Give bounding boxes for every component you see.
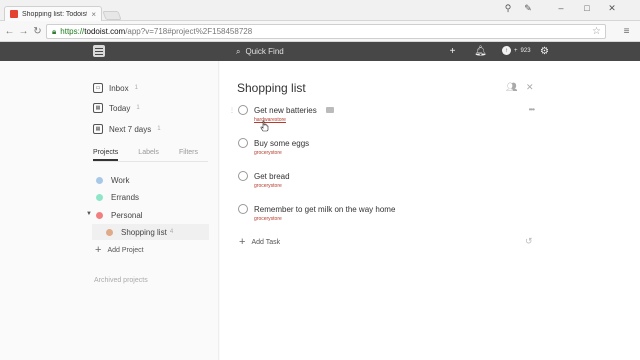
plus-icon: + [95, 244, 102, 256]
karma-score: 923 [520, 47, 531, 54]
sidebar: ▭ Inbox 1 ▦ Today 1 ▦ Next 7 days 1 Proj… [0, 61, 219, 360]
karma-icon: ↑ [502, 46, 511, 55]
sidebar-item-today[interactable]: ▦ Today 1 [93, 101, 140, 115]
quick-find-placeholder: Quick Find [245, 47, 284, 56]
task-item[interactable]: Get bread grocerystore [238, 171, 534, 189]
add-project-button[interactable]: + Add Project [95, 244, 144, 256]
project-color-dot [96, 193, 103, 201]
close-icon[interactable]: × [91, 10, 96, 19]
task-item[interactable]: Buy some eggs grocerystore [238, 138, 534, 156]
project-color-dot [106, 228, 113, 236]
task-checkbox[interactable] [238, 171, 248, 181]
gear-icon[interactable]: ⚙ [538, 45, 551, 58]
project-color-dot [96, 211, 103, 219]
comment-icon[interactable] [325, 107, 334, 113]
project-color-dot [96, 176, 103, 184]
task-item[interactable]: Remember to get milk on the way home gro… [238, 204, 534, 222]
reload-icon[interactable]: ↻ [31, 25, 44, 38]
app-header: ⌕ Quick Find + 🔔︎ ↑ +923 ⚙ [0, 42, 640, 61]
quick-find-search[interactable]: ⌕ Quick Find [236, 45, 284, 58]
hand-cursor-icon [260, 120, 269, 132]
bell-icon[interactable]: 🔔︎ [474, 45, 487, 58]
inbox-icon: ▭ [93, 83, 103, 93]
address-bar-row: ← → ↻ 🔒︎ https://todoist.com/app?v=718#p… [0, 21, 640, 42]
bookmark-star-icon[interactable]: ☆ [592, 26, 601, 37]
lock-icon: 🔒︎ [52, 26, 57, 36]
todoist-logo-icon[interactable] [93, 45, 105, 57]
task-label[interactable]: hardwarestore [254, 117, 534, 123]
task-label[interactable]: grocerystore [254, 183, 534, 189]
task-checkbox[interactable] [238, 105, 248, 115]
pin-icon[interactable]: ✎ [519, 2, 537, 14]
maximize-icon[interactable]: □ [578, 2, 596, 14]
project-work[interactable]: Work [96, 173, 130, 187]
share-people-icon[interactable]: 👥︎ [506, 82, 517, 93]
sidebar-tabs: Projects Labels Filters [93, 149, 208, 162]
collapse-caret-icon[interactable]: ▼ [86, 211, 92, 217]
url-input[interactable]: 🔒︎ https://todoist.com/app?v=718#project… [46, 24, 606, 39]
task-checkbox[interactable] [238, 204, 248, 214]
drag-handle-icon[interactable]: ⋮ [229, 107, 235, 114]
tab-title: Shopping list: Todoist [22, 10, 88, 18]
forward-icon[interactable]: → [17, 25, 30, 38]
task-label[interactable]: grocerystore [254, 150, 534, 156]
browser-tab[interactable]: Shopping list: Todoist × [4, 6, 102, 21]
plus-icon: + [239, 236, 246, 248]
project-errands[interactable]: Errands [96, 190, 139, 204]
settings-cross-icon[interactable]: ✕ [526, 82, 534, 93]
new-tab-button[interactable] [102, 11, 122, 20]
browser-menu-icon[interactable]: ≡ [620, 25, 633, 38]
archived-projects-link[interactable]: Archived projects [94, 277, 148, 284]
project-shopping-list[interactable]: Shopping list 4 [106, 225, 173, 239]
calendar-icon: ▦ [93, 103, 103, 113]
todoist-favicon-icon [10, 10, 18, 18]
url-text: https://todoist.com/app?v=718#project%2F… [60, 27, 253, 36]
task-item[interactable]: ⋮ Get new batteries hardwarestore ••• [229, 105, 535, 123]
calendar-week-icon: ▦ [93, 124, 103, 134]
main-content: Shopping list 👥︎ ✕ ⋮ Get new batteries h… [220, 61, 640, 360]
minimize-icon[interactable]: – [552, 2, 570, 14]
sidebar-item-next-7-days[interactable]: ▦ Next 7 days 1 [93, 122, 161, 136]
task-label[interactable]: grocerystore [254, 216, 534, 222]
back-icon[interactable]: ← [3, 25, 16, 38]
add-task-button[interactable]: + Add Task [239, 236, 280, 248]
tab-filters[interactable]: Filters [179, 149, 198, 161]
project-personal[interactable]: Personal [96, 208, 143, 222]
tab-labels[interactable]: Labels [138, 149, 159, 161]
history-icon[interactable]: ↺ [525, 236, 533, 247]
close-window-icon[interactable]: ✕ [603, 2, 621, 14]
browser-tab-strip: Shopping list: Todoist × ⚲ ✎ – □ ✕ [0, 0, 640, 21]
search-icon: ⌕ [236, 46, 241, 56]
page-title: Shopping list [237, 81, 306, 95]
user-icon[interactable]: ⚲ [499, 2, 517, 14]
sidebar-item-inbox[interactable]: ▭ Inbox 1 [93, 81, 138, 95]
karma-indicator[interactable]: ↑ +923 [502, 46, 531, 55]
tab-projects[interactable]: Projects [93, 149, 119, 161]
add-task-plus-icon[interactable]: + [446, 45, 459, 58]
more-options-icon[interactable]: ••• [529, 105, 535, 114]
task-checkbox[interactable] [238, 138, 248, 148]
